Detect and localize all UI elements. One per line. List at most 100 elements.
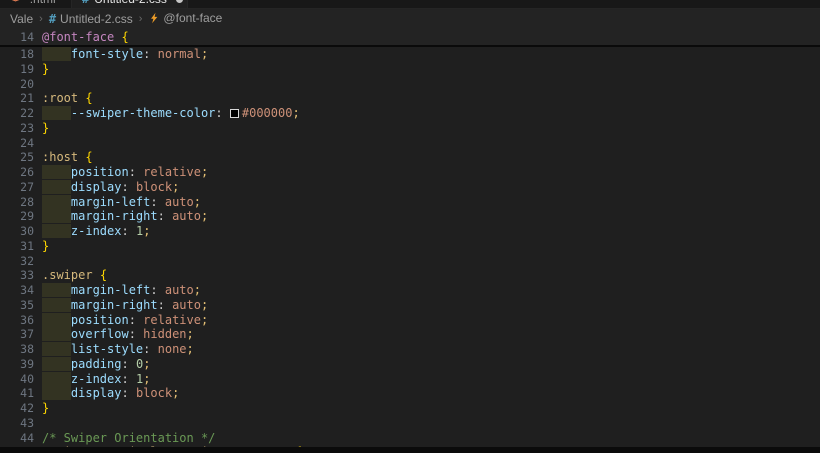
line-number[interactable]: 19 <box>0 62 34 77</box>
line-number[interactable]: 28 <box>0 195 34 210</box>
indent-highlight <box>42 179 71 194</box>
line-number[interactable]: 22 <box>0 106 34 121</box>
line-number[interactable]: 44 <box>0 431 34 446</box>
line-content: overflow: hidden; <box>42 327 194 342</box>
code-token: display <box>70 386 122 401</box>
line-number[interactable]: 42 <box>0 401 34 416</box>
line-number[interactable]: 26 <box>0 165 34 180</box>
code-token: relative <box>143 165 201 179</box>
line-number[interactable]: 43 <box>0 416 34 431</box>
code-token: relative <box>143 312 201 327</box>
code-token: block <box>135 386 173 401</box>
code-token: .swiper <box>42 268 93 283</box>
line-number[interactable]: 34 <box>0 283 34 298</box>
line-number[interactable]: 33 <box>0 268 34 283</box>
horizontal-scrollbar-track[interactable] <box>0 447 820 453</box>
code-line-19[interactable]: 19} <box>0 62 820 77</box>
sticky-scroll-line[interactable]: 14 @font-face { <box>0 29 820 45</box>
line-number[interactable]: 24 <box>0 136 34 151</box>
code-line-43[interactable]: 43 <box>0 416 820 431</box>
line-number[interactable]: 18 <box>0 47 34 62</box>
breadcrumb-file[interactable]: # Untitled-2.css <box>48 12 134 26</box>
code-token: block <box>135 179 173 194</box>
tab-untitled-2-css[interactable]: # Untitled-2.css <box>72 0 188 8</box>
code-token: } <box>42 120 50 135</box>
line-number[interactable]: 30 <box>0 224 34 239</box>
indent-highlight <box>42 209 71 224</box>
vscode-window: <> *.html # Untitled-2.css Vale › #Untit… <box>0 0 820 453</box>
code-line-40[interactable]: 40 z-index: 1; <box>0 371 820 387</box>
line-number[interactable]: 31 <box>0 239 34 254</box>
breadcrumb-symbol[interactable]: @font-face <box>147 11 223 27</box>
line-number[interactable]: 21 <box>0 91 34 106</box>
tab-label: *.html <box>25 0 56 6</box>
code-token: ; <box>193 194 201 209</box>
line-number[interactable]: 40 <box>0 372 34 387</box>
line-number[interactable]: 39 <box>0 357 34 372</box>
code-token: normal <box>157 47 201 61</box>
code-line-30[interactable]: 30 z-index: 1; <box>0 224 820 239</box>
code-line-34[interactable]: 34 margin-left: auto; <box>0 283 820 298</box>
code-line-24[interactable]: 24 <box>0 136 820 151</box>
code-token: position <box>70 312 129 327</box>
line-number[interactable]: 14 <box>0 29 34 45</box>
line-number[interactable]: 37 <box>0 327 34 342</box>
code-line-26[interactable]: 26 position: relative; <box>0 165 820 180</box>
code-token: : <box>128 165 136 179</box>
code-token: { <box>85 150 93 165</box>
code-token: margin-left <box>70 194 151 209</box>
code-line-20[interactable]: 20 <box>0 77 820 92</box>
code-line-42[interactable]: 42} <box>0 401 820 416</box>
line-number[interactable]: 38 <box>0 342 34 357</box>
line-number[interactable]: 25 <box>0 150 34 165</box>
code-line-25[interactable]: 25:host { <box>0 150 820 165</box>
code-token: : <box>157 209 165 224</box>
code-line-22[interactable]: 22 --swiper-theme-color: #000000; <box>0 106 820 121</box>
tab-html[interactable]: <> *.html <box>0 0 72 8</box>
line-content: @font-face { <box>42 29 129 45</box>
code-line-31[interactable]: 31} <box>0 239 820 254</box>
indent-highlight <box>42 47 71 61</box>
line-number[interactable]: 41 <box>0 386 34 401</box>
code-line-18[interactable]: 18 font-style: normal; <box>0 47 820 62</box>
breadcrumb-file-label: Untitled-2.css <box>60 12 133 26</box>
line-number[interactable]: 32 <box>0 254 34 269</box>
line-number[interactable]: 29 <box>0 209 34 224</box>
indent-highlight <box>42 165 71 179</box>
breadcrumb-folder[interactable]: Vale <box>9 12 34 26</box>
code-line-28[interactable]: 28 margin-left: auto; <box>0 194 820 210</box>
line-content: z-index: 1; <box>42 371 150 387</box>
code-line-36[interactable]: 36 position: relative; <box>0 312 820 328</box>
code-line-37[interactable]: 37 overflow: hidden; <box>0 327 820 342</box>
code-token: : <box>215 106 223 120</box>
code-line-29[interactable]: 29 margin-right: auto; <box>0 209 820 224</box>
line-number[interactable]: 36 <box>0 313 34 328</box>
code-line-38[interactable]: 38 list-style: none; <box>0 342 820 357</box>
code-line-27[interactable]: 27 display: block; <box>0 179 820 195</box>
code-line-23[interactable]: 23} <box>0 121 820 136</box>
code-token: ; <box>172 386 180 401</box>
code-token: ; <box>172 179 180 194</box>
line-number[interactable]: 27 <box>0 180 34 195</box>
line-content: margin-left: auto; <box>42 194 201 210</box>
code-line-39[interactable]: 39 padding: 0; <box>0 356 820 372</box>
line-number[interactable]: 20 <box>0 77 34 92</box>
code-line-33[interactable]: 33 .swiper { <box>0 268 820 283</box>
line-number[interactable]: 35 <box>0 298 34 313</box>
code-line-21[interactable]: 21:root { <box>0 91 820 106</box>
code-line-32[interactable]: 32 <box>0 254 820 269</box>
color-swatch[interactable] <box>229 109 239 118</box>
line-content: margin-right: auto; <box>42 297 208 313</box>
code-line-41[interactable]: 41 display: block; <box>0 386 820 401</box>
code-line-44[interactable]: 44 /* Swiper Orientation */ <box>0 431 820 446</box>
code-token: ; <box>186 342 194 356</box>
line-content: /* Swiper Orientation */ <box>42 431 215 446</box>
line-number[interactable]: 23 <box>0 121 34 136</box>
code-line-35[interactable]: 35 margin-right: auto; <box>0 297 820 313</box>
editor[interactable]: 18 font-style: normal; 19} 20 21:root {22 -… <box>0 47 820 447</box>
modified-dot-icon[interactable] <box>175 0 183 3</box>
